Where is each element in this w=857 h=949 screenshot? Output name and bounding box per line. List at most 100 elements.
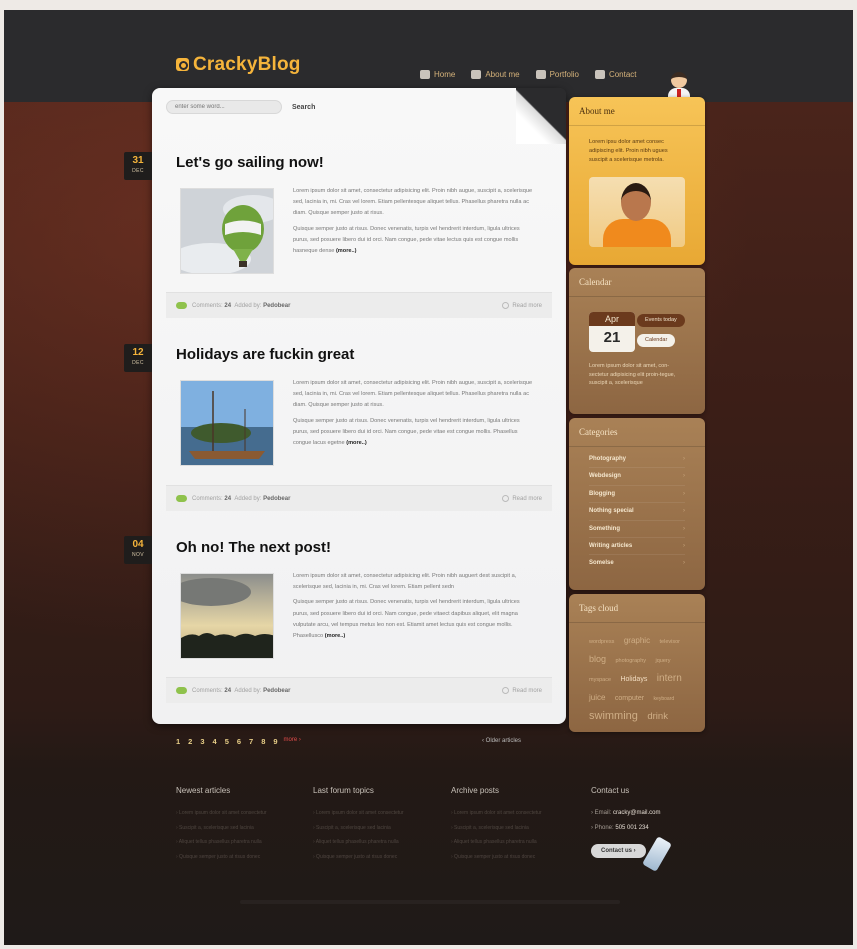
phone-number: 505 001 234 [615,825,649,831]
tag-link[interactable]: jquery [656,658,671,664]
nav-contact[interactable]: Contact [594,70,637,79]
date-day: 12 [132,347,144,358]
nav-portfolio[interactable]: Portfolio [535,70,579,79]
category-item[interactable]: Something › [589,521,685,538]
comments-count[interactable]: 24 [224,688,231,694]
footer-link[interactable]: › Suscipit a, scelerisque sed lacinia [451,821,575,836]
footer-link[interactable]: › Lorem ipsum dolor sit amet consectetur [451,806,575,821]
post-date: 31 DEC [124,152,152,180]
category-item[interactable]: Blogging › [589,486,685,504]
post-thumbnail-balloon[interactable] [180,188,274,274]
tag-link[interactable]: computer [615,695,644,702]
footer-heading: Contact us [591,786,630,795]
page-link[interactable]: 8 [261,737,265,746]
tag-link[interactable]: intern [657,673,682,684]
tag-link[interactable]: swimming [589,710,638,722]
post-paragraph: Lorem ipsum dolor sit amet, consectetur … [293,573,517,591]
tag-link[interactable]: televisor [660,639,680,645]
post-date: 04 NOV [124,536,152,564]
read-more-link[interactable]: Read more [502,302,542,309]
tag-link[interactable]: graphic [624,636,650,645]
comments-label: Comments: [192,687,223,694]
category-item[interactable]: Photography › [589,451,685,469]
footer-link[interactable]: › Aliquet tellus phasellus pharetra null… [313,835,437,850]
chevron-right-icon: › [683,525,685,532]
page-link[interactable]: 1 [176,737,180,746]
post-paragraph: Quisque semper justo at risus. Donec ven… [293,225,520,255]
footer-link[interactable]: › Lorem ipsum dolor sit amet consectetur [313,806,437,821]
tag-link[interactable]: drink [647,711,668,722]
post-thumbnail-sunset[interactable] [180,573,274,659]
page-link[interactable]: 4 [213,737,217,746]
search-input[interactable] [166,100,282,114]
email-link[interactable]: cracky@mail.com [613,810,660,816]
read-more-link[interactable]: Read more [502,495,542,502]
read-more-link[interactable]: Read more [502,687,542,694]
pagination: 1 2 3 4 5 6 7 8 9 more › [176,737,301,746]
more-link[interactable]: (more..) [346,440,367,446]
document-icon [471,70,482,79]
post-paragraph: Quisque semper justo at risus. Donec ven… [293,417,520,447]
portfolio-icon [535,70,546,79]
contact-email: › Email: cracky@mail.com [591,806,715,821]
category-item[interactable]: Nothing special › [589,503,685,521]
comments-label: Comments: [192,302,223,309]
calendar-text: Lorem ipsum dolor sit amet, con-sectetur… [589,363,676,386]
more-link[interactable]: (more..) [336,248,357,254]
chevron-right-icon: › [683,456,685,462]
page-link[interactable]: 9 [273,737,277,746]
comments-count[interactable]: 24 [224,496,231,502]
page-link[interactable]: 6 [237,737,241,746]
footer-link[interactable]: › Lorem ipsum dolor sit amet consectetur [176,806,300,821]
nav-portfolio-label: Portfolio [549,70,579,79]
post-title[interactable]: Holidays are fuckin great [176,346,354,363]
page-curl [516,88,566,144]
search-button[interactable]: Search [286,100,322,114]
post-thumbnail-sailboat[interactable] [180,380,274,466]
footer-forum-topics: Last forum topics › Lorem ipsum dolor si… [313,786,437,864]
tag-link[interactable]: photography [615,658,646,664]
tag-link[interactable]: Holidays [620,676,647,683]
contact-us-button[interactable]: Contact us › [591,844,646,858]
nav-home[interactable]: Home [420,70,455,79]
page-link[interactable]: 7 [249,737,253,746]
page-link[interactable]: 2 [188,737,192,746]
author-link[interactable]: Pedobear [263,688,290,694]
category-item[interactable]: Webdesign › [589,468,685,486]
events-today-button[interactable]: Events today [637,314,685,327]
footer-link[interactable]: › Aliquet tellus phasellus pharetra null… [176,835,300,850]
tag-link[interactable]: juice [589,693,605,702]
page-link[interactable]: 3 [200,737,204,746]
footer-link[interactable]: › Quisque semper justo at risus donec [176,850,300,865]
site-logo[interactable]: CrackyBlog [176,54,301,76]
tag-link[interactable]: blog [589,654,606,664]
footer-link[interactable]: › Quisque semper justo at risus donec [313,850,437,865]
category-item[interactable]: Somelse › [589,555,685,572]
tag-link[interactable]: myspace [589,677,611,683]
older-articles-link[interactable]: ‹ Older articles [482,738,521,744]
footer-link[interactable]: › Quisque semper justo at risus donec [451,850,575,865]
author-link[interactable]: Pedobear [263,303,290,309]
more-link[interactable]: (more..) [325,633,346,639]
category-label: Photography [589,456,626,462]
more-pages-link[interactable]: more › [284,737,301,746]
calendar-date[interactable]: Apr 21 [589,312,635,352]
post-title[interactable]: Oh no! The next post! [176,539,331,556]
nav-about[interactable]: About me [471,70,520,79]
post-title[interactable]: Let's go sailing now! [176,154,324,171]
comments-count[interactable]: 24 [224,303,231,309]
tag-link[interactable]: keyboard [654,696,675,702]
footer-link[interactable]: › Aliquet tellus phasellus pharetra null… [451,835,575,850]
footer-heading: Last forum topics [313,786,374,795]
calendar-widget: Calendar Apr 21 Events today Calendar Lo… [569,268,705,414]
footer-link[interactable]: › Suscipit a, scelerisque sed lacinia [313,821,437,836]
page-link[interactable]: 5 [225,737,229,746]
footer-link[interactable]: › Suscipit a, scelerisque sed lacinia [176,821,300,836]
category-item[interactable]: Writing articles › [589,538,685,556]
chevron-right-icon: › [683,473,685,480]
tag-link[interactable]: wordpress [589,639,614,645]
category-label: Something [589,525,620,532]
calendar-button[interactable]: Calendar [637,334,676,347]
footer-archive-posts: Archive posts › Lorem ipsum dolor sit am… [451,786,575,864]
author-link[interactable]: Pedobear [263,496,290,502]
